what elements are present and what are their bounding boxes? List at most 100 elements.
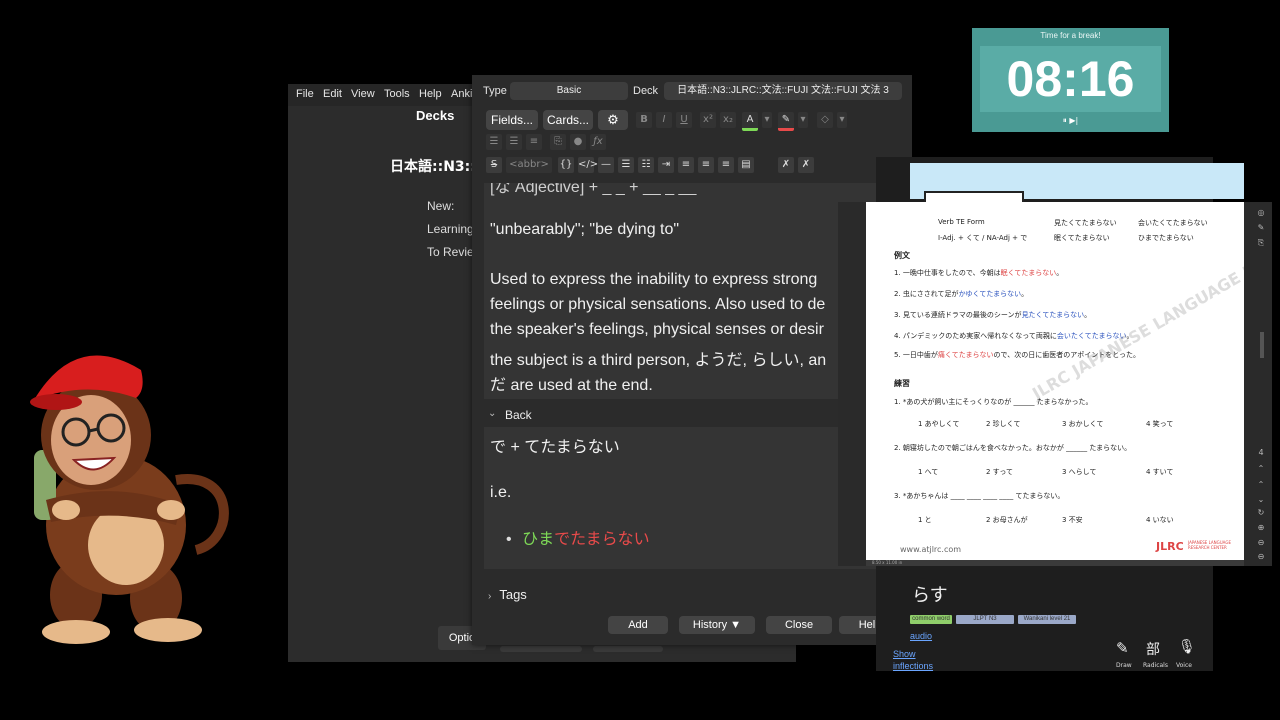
zoom-in-icon[interactable]: ⊕ xyxy=(1256,523,1266,533)
zoom-icon[interactable]: ◎ xyxy=(1256,208,1266,218)
show-link[interactable]: Show xyxy=(893,649,916,659)
braces-icon[interactable]: {} xyxy=(558,157,574,173)
stat-learning: Learning xyxy=(427,222,474,236)
timer-controls[interactable]: ⏸ ▶| xyxy=(972,116,1169,126)
timer-value: 08:16 xyxy=(1006,51,1135,107)
copy-icon[interactable]: ⎘ xyxy=(1256,238,1266,248)
tag-common: common word xyxy=(910,615,952,624)
chevron-down-icon[interactable]: ⌄ xyxy=(1256,495,1266,505)
chevron-down-icon[interactable]: ▾ xyxy=(837,112,847,128)
menu-file[interactable]: File xyxy=(296,88,314,100)
voice-icon[interactable]: 🎙 xyxy=(1178,639,1196,655)
close-button[interactable]: Close xyxy=(766,616,832,634)
answer-option: 3 へらして xyxy=(1062,468,1097,476)
answer-option: 1 と xyxy=(918,516,932,524)
deck-name[interactable]: 日本語::N3:: xyxy=(390,156,476,176)
mic-icon[interactable]: ● xyxy=(570,134,586,150)
pdf-header-cell: 見たくてたまらない xyxy=(1054,219,1117,227)
question: 3. *あかちゃんは ____ ____ ____ ____ てたまらない。 xyxy=(894,492,1065,500)
fields-button[interactable]: Fields... xyxy=(486,110,538,130)
superscript-icon[interactable]: x² xyxy=(700,112,716,128)
underline-button[interactable]: U xyxy=(676,112,692,128)
code-icon[interactable]: </> xyxy=(578,157,598,173)
bullet-list-icon[interactable]: ☰ xyxy=(486,134,502,150)
question: 1. *あの犬が飼い主にそっくりなのが ______ たまらなかった。 xyxy=(894,398,1093,406)
menu-anki[interactable]: Anki xyxy=(451,88,472,100)
decks-heading[interactable]: Decks xyxy=(416,108,454,123)
deck-button[interactable]: 日本語::N3::JLRC::文法::FUJI 文法::FUJI 文法 3 xyxy=(664,82,902,100)
italic-button[interactable]: I xyxy=(656,112,672,128)
deck-label: Deck xyxy=(633,85,659,97)
back-bullet-red: でたまらない xyxy=(554,531,650,548)
example-line: 3. 見ている連続ドラマの最後のシーンが見たくてたまらない。 xyxy=(894,311,1092,319)
tags-row[interactable]: › Tags xyxy=(488,587,527,602)
refresh-icon[interactable]: ↻ xyxy=(1256,508,1266,518)
function-icon[interactable]: ƒx xyxy=(590,134,606,150)
clear-format-icon[interactable]: ✗ xyxy=(778,157,794,173)
pdf-page[interactable]: Verb TE Form 見たくてたまらない 会いたくてたまらない I-Adj.… xyxy=(866,202,1244,560)
back-field-header[interactable]: ⌄ Back xyxy=(484,403,890,427)
gear-icon[interactable]: ⚙ xyxy=(598,110,628,130)
draw-icon[interactable]: ✎ xyxy=(1116,639,1129,657)
example-line: 4. パンデミックのため実家へ帰れなくなって両親に会いたくてたまらない。 xyxy=(894,332,1134,340)
align-icon[interactable]: ≡ xyxy=(526,134,542,150)
inflections-link[interactable]: inflections xyxy=(893,661,933,671)
draw-label: Draw xyxy=(1116,662,1132,669)
align-right-icon[interactable]: ≡ xyxy=(718,157,734,173)
note-type-button[interactable]: Basic xyxy=(510,82,628,100)
chevron-up-icon[interactable]: ⌃ xyxy=(1256,480,1266,490)
align-left-icon[interactable]: ≡ xyxy=(698,157,714,173)
bottom-button[interactable] xyxy=(593,646,663,652)
practice-title: 練習 xyxy=(894,379,910,388)
answer-option: 3 不安 xyxy=(1062,516,1083,524)
bottom-button[interactable] xyxy=(500,646,582,652)
bold-button[interactable]: B xyxy=(636,112,652,128)
chevron-up-icon[interactable]: ⌃ xyxy=(1256,464,1266,474)
chevron-down-icon[interactable]: ▾ xyxy=(762,112,772,128)
remove-format-icon[interactable]: ✗ xyxy=(798,157,814,173)
scrollbar-thumb[interactable] xyxy=(1260,332,1264,358)
history-button[interactable]: History ▼ xyxy=(679,616,755,634)
strikethrough-icon[interactable]: S xyxy=(486,157,502,173)
radicals-icon[interactable]: 部 xyxy=(1146,639,1160,659)
numbered-list-icon[interactable]: ☰ xyxy=(506,134,522,150)
jlrc-logo: JLRC xyxy=(1156,540,1184,553)
back-field[interactable]: で + てたまらない i.e. • ひまでたまらない xyxy=(484,427,890,569)
menu-tools[interactable]: Tools xyxy=(384,88,410,100)
pdf-viewer: Verb TE Form 見たくてたまらない 会いたくてたまらない I-Adj.… xyxy=(838,202,1272,566)
justify-icon[interactable]: ▤ xyxy=(738,157,754,173)
menu-edit[interactable]: Edit xyxy=(323,88,342,100)
zoom-reset-icon[interactable]: ⊖ xyxy=(1256,552,1266,562)
audio-link[interactable]: audio xyxy=(910,631,932,641)
chevron-right-icon[interactable]: › xyxy=(488,591,491,602)
abbr-button[interactable]: <abbr> xyxy=(506,157,552,173)
zoom-out-icon[interactable]: ⊖ xyxy=(1256,538,1266,548)
jlrc-logo-sub: JAPANESE LANGUAGE RESEARCH CENTER xyxy=(1188,540,1231,550)
cards-button[interactable]: Cards... xyxy=(543,110,593,130)
dictionary-banner xyxy=(910,163,1244,205)
front-paragraph-line: the subject is a third person, ようだ, らしい,… xyxy=(490,352,827,369)
ordered-list-icon[interactable]: ☷ xyxy=(638,157,654,173)
horizontal-rule-icon[interactable]: — xyxy=(598,157,614,173)
chevron-down-icon[interactable]: ⌄ xyxy=(488,408,496,419)
align-center-icon[interactable]: ≡ xyxy=(678,157,694,173)
edit-icon[interactable]: ✎ xyxy=(1256,223,1266,233)
pdf-header-cell: Verb TE Form xyxy=(938,218,985,226)
attach-icon[interactable]: ⎘ xyxy=(550,134,566,150)
eraser-icon[interactable]: ◇ xyxy=(817,112,833,128)
example-line: 1. 一晩中仕事をしたので、今朝は眠くてたまらない。 xyxy=(894,269,1064,277)
chevron-down-icon[interactable]: ▾ xyxy=(798,112,808,128)
subscript-icon[interactable]: x₂ xyxy=(720,112,736,128)
highlight-icon[interactable]: ✎ xyxy=(778,112,794,131)
front-field[interactable]: [な Adjective] + _ _ + __ _ __ "unbearabl… xyxy=(484,183,890,399)
question: 2. 朝寝坊したので朝ごはんを食べなかった。おなかが ______ たまらない。 xyxy=(894,444,1132,452)
menu-view[interactable]: View xyxy=(351,88,375,100)
type-label: Type xyxy=(483,85,507,97)
tags-label: Tags xyxy=(499,587,527,602)
add-button[interactable]: Add xyxy=(608,616,668,634)
page-number[interactable]: 4 xyxy=(1256,448,1266,458)
menu-help[interactable]: Help xyxy=(419,88,442,100)
indent-icon[interactable]: ⇥ xyxy=(658,157,674,173)
list-icon[interactable]: ☰ xyxy=(618,157,634,173)
text-color-icon[interactable]: A xyxy=(742,112,758,131)
